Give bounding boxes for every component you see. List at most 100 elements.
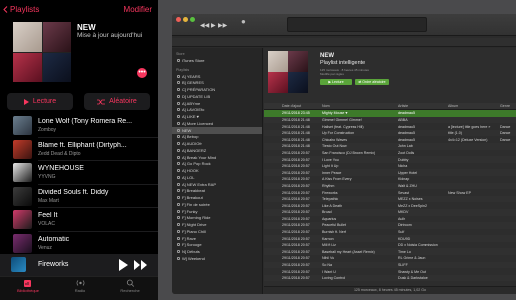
sidebar-item-playlist[interactable]: A] LOL (172, 174, 262, 181)
play-icon[interactable] (118, 259, 128, 271)
sidebar-item-playlist[interactable]: F] Fin de soirée (172, 201, 262, 208)
window-close-button[interactable] (176, 17, 181, 22)
sidebar-item-playlist[interactable]: A] More Licenced (172, 120, 262, 127)
sidebar-item-playlist[interactable]: A] ABYme (172, 100, 262, 107)
sidebar-item-playlist[interactable]: A] LIKE ♥ (172, 113, 262, 120)
edit-button[interactable]: Modifier (124, 5, 152, 14)
table-row[interactable]: 29/11/2018 20:57 Burnish ft. Nerf Sulf (264, 229, 516, 236)
table-row[interactable]: 29/11/2018 20:57 A Kiss From Every Kidnap (264, 176, 516, 183)
table-row[interactable]: 29/11/2018 20:57 Telepathic MEZZ x Noises (264, 195, 516, 203)
table-row[interactable]: 29/11/2018 20:57 Baseball my Heart (Assel… (264, 248, 516, 256)
sidebar-item-itunes-store[interactable]: iTunes Store (172, 57, 262, 64)
table-row[interactable]: 29/11/2018 23:45 Mighty Mouse ♥ deadmau5 (264, 110, 516, 117)
table-row[interactable]: 29/11/2018 20:57 Nihil Vu RL Grime & Jaun (264, 255, 516, 262)
next-track-icon[interactable] (134, 260, 148, 270)
window-zoom-button[interactable] (190, 17, 195, 22)
sidebar-item-playlist[interactable]: A] HOOK (172, 167, 262, 174)
sidebar-item-playlist[interactable]: W] Weekend (172, 255, 262, 262)
sidebar-item-playlist[interactable]: A] NEW Extra RAP (172, 181, 262, 188)
table-row[interactable]: 29/11/2018 20:57 Loving Control Dusk & Dar… (264, 274, 516, 282)
table-row[interactable]: 29/11/2018 20:57 Peaceful Bullet Dirtroom (264, 222, 516, 229)
playlist-icon (177, 162, 180, 166)
table-row[interactable]: 29/11/2018 20:57 Like A Death MeZZ x DeeSp… (264, 202, 516, 209)
sidebar-item-playlist[interactable]: A] Go Pop Rock (172, 161, 262, 168)
shuffle-button[interactable]: Aléatoire (84, 93, 150, 110)
sidebar-item-playlist[interactable]: F] Piano Chill (172, 228, 262, 235)
column-header-name[interactable]: Nom (322, 104, 386, 108)
sidebar-item-label: D] UPDATE LIB (182, 93, 211, 99)
more-button[interactable]: ••• (137, 68, 147, 78)
cell-name: Rhythm (322, 183, 335, 188)
track-row[interactable]: Automatic Venuz (0, 232, 158, 255)
track-row[interactable]: Feel It VOLAC (0, 208, 158, 232)
track-row[interactable]: Divided Souls ft. Diddy Max Mart (0, 185, 158, 208)
table-row[interactable]: 29/11/2018 21:48 Gimme! Gimme! Gimme! ABBA (264, 116, 516, 124)
tab-search[interactable]: Recherche (110, 279, 150, 293)
table-row[interactable]: 29/11/2018 20:57 Inner Peace Upper Hotel (264, 169, 516, 176)
track-row[interactable]: Lone Wolf (Tony Romera Re... Zomboy (0, 114, 158, 138)
sidebar-item-playlist[interactable]: D] UPDATE LIB (172, 93, 262, 100)
table-row[interactable]: 29/11/2018 20:57 I Want U Shawty & Me Out (264, 268, 516, 275)
table-row[interactable]: 29/11/2018 21:48 Hallset (feat. Cypress H… (264, 123, 516, 130)
sidebar-item-label: F] Fin de soirée (182, 201, 210, 207)
play-button[interactable]: Lecture (7, 93, 73, 110)
sidebar-item-playlist[interactable]: F] Breakout (172, 194, 262, 201)
play-icon (23, 98, 29, 105)
back-button[interactable]: Playlists (3, 5, 39, 14)
play-icon[interactable]: ▶ (211, 22, 216, 29)
tab-bar: Bibliothèque Radio Recherche (0, 276, 158, 300)
sidebar-item-playlist[interactable]: F] Rave (172, 235, 262, 242)
sidebar-item-playlist[interactable]: A] Bebop (172, 134, 262, 141)
playlist-play-button[interactable]: ▶ Lecture (320, 79, 352, 85)
cell-name: I Love You (322, 157, 339, 162)
sidebar-item-playlist[interactable]: F] Funky (172, 208, 262, 215)
table-row[interactable]: 29/11/2018 20:57 San Francisco (DJ Brown … (264, 150, 516, 157)
sidebar-item-playlist[interactable]: F] Breakbeat (172, 188, 262, 195)
sidebar-item-playlist[interactable]: F] Morning Ride (172, 215, 262, 222)
table-row[interactable]: 29/11/2018 21:48 Tiesto Out Now John Lab (264, 142, 516, 150)
table-row[interactable]: 29/11/2018 20:57 Aquarius Aulh (264, 216, 516, 223)
sidebar-item-playlist[interactable]: NEW (172, 126, 262, 134)
table-row[interactable]: 29/11/2018 20:57 Broad MKDV (264, 208, 516, 216)
window-minimize-button[interactable] (183, 17, 188, 22)
playlist-shuffle-button[interactable]: ⇄ Ordre aléatoire (355, 79, 389, 85)
cell-name: Tiesto Out Now (322, 144, 347, 149)
track-artwork (13, 186, 32, 206)
sidebar-item-playlist[interactable]: F] Night Drive (172, 221, 262, 228)
sidebar-item-playlist[interactable]: A] LAVOIEfo (172, 107, 262, 114)
now-playing-display[interactable] (287, 17, 427, 32)
table-row[interactable]: 29/11/2018 20:57 Light It Up Nicha (264, 163, 516, 170)
mini-player[interactable]: Fireworks (0, 254, 158, 276)
tab-radio[interactable]: Radio (60, 279, 100, 293)
track-row[interactable]: WYNEHOUSE YYVNG (0, 161, 158, 185)
sidebar-item-playlist[interactable]: N] Débuts (172, 248, 262, 255)
sidebar-item-playlist[interactable]: A] Break Your Mind (172, 154, 262, 161)
cell-date: 29/11/2018 20:57 (282, 236, 310, 241)
tab-library[interactable]: Bibliothèque (8, 279, 48, 293)
column-header-genre[interactable]: Genre (500, 104, 516, 108)
sidebar-item-playlist[interactable]: A] YEARS (172, 73, 262, 80)
table-row[interactable]: 29/11/2018 20:57 Rhythm Walt & ZHU (264, 182, 516, 190)
playlist-icon (177, 169, 180, 173)
cell-date: 29/11/2018 23:45 (282, 111, 310, 116)
previous-track-icon[interactable]: ◀◀ (200, 22, 209, 29)
column-header-date[interactable]: Date d'ajout (282, 104, 318, 108)
table-row[interactable]: 29/11/2018 20:57 So Na SLIFF (264, 261, 516, 269)
sidebar-item-playlist[interactable]: C] PRÉPARATION (172, 86, 262, 93)
table-row[interactable]: 29/11/2018 20:57 Fireworks Sevast New Show … (264, 189, 516, 196)
sidebar-item-playlist[interactable]: B] GENRES (172, 80, 262, 87)
column-header-artist[interactable]: Artiste (398, 104, 442, 108)
sidebar-item-playlist[interactable]: F] Scrooge (172, 242, 262, 249)
sidebar-item-playlist[interactable]: A] BANGERZ (172, 147, 262, 154)
cell-date: 29/11/2018 20:57 (282, 177, 310, 182)
track-artwork (13, 139, 32, 159)
sidebar-item-playlist[interactable]: A] AUDIOfr (172, 140, 262, 147)
table-row[interactable]: 29/11/2018 20:57 I Love You Dubby (264, 156, 516, 163)
table-row[interactable]: 29/11/2018 20:57 Mill ft Liz DD x Noisia C… (264, 242, 516, 249)
track-row[interactable]: Blame ft. Elliphant (Dirtyph... Zedd Dead… (0, 138, 158, 161)
column-header-album[interactable]: Album (448, 104, 496, 108)
table-row[interactable]: 29/11/2018 21:48 Chicaho Waves deadmau5 4x4… (264, 136, 516, 143)
table-row[interactable]: 29/11/2018 20:57 Karnon KDU9D (264, 235, 516, 242)
next-track-icon[interactable]: ▶▶ (218, 22, 227, 29)
table-row[interactable]: 29/11/2018 21:48 Up For Construction deadm… (264, 129, 516, 137)
